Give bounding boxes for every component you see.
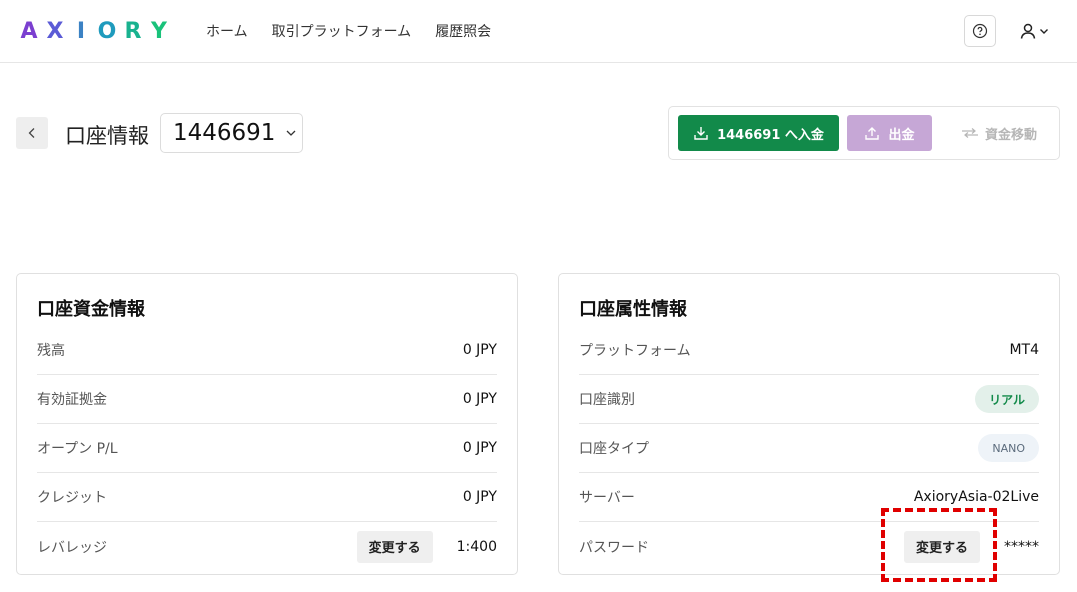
row-label: オープン P/L xyxy=(37,441,118,457)
row-value: ***** xyxy=(1004,538,1039,555)
row-value: AxioryAsia-02Live xyxy=(913,489,1039,505)
nav-history[interactable]: 履歴照会 xyxy=(435,21,491,41)
row-value: 1:400 xyxy=(456,538,497,555)
row-label: 口座タイプ xyxy=(579,441,649,457)
back-button[interactable] xyxy=(16,117,48,149)
logo-letter: I xyxy=(76,18,86,44)
nav-trading-platform[interactable]: 取引プラットフォーム xyxy=(272,21,412,41)
row-value: 0 JPY xyxy=(462,342,497,358)
logo-letter: R xyxy=(124,18,142,44)
account-number: 1446691 xyxy=(173,120,276,146)
highlight-annotation xyxy=(881,508,997,582)
account-actions: 1446691 へ入金 出金 資金移動 xyxy=(668,106,1060,160)
funds-row-equity: 有効証拠金 0 JPY xyxy=(37,375,497,424)
logo-letter: O xyxy=(97,18,117,44)
funds-info-card: 口座資金情報 残高 0 JPY 有効証拠金 0 JPY オープン P/L 0 J… xyxy=(16,273,518,575)
row-label: 残高 xyxy=(37,343,65,359)
chevron-down-icon xyxy=(1040,29,1048,34)
transfer-button[interactable]: 資金移動 xyxy=(949,115,1049,151)
row-label: サーバー xyxy=(579,490,635,506)
logo-letter: A xyxy=(20,18,38,44)
row-label: レバレッジ xyxy=(37,539,107,556)
card-title: 口座属性情報 xyxy=(579,299,687,320)
logo-letter: X xyxy=(46,18,64,44)
row-label: クレジット xyxy=(37,490,107,506)
logo-letter: Y xyxy=(151,18,167,44)
withdraw-label: 出金 xyxy=(888,127,915,143)
row-label: パスワード xyxy=(579,539,649,556)
download-icon xyxy=(694,127,708,140)
change-leverage-button[interactable]: 変更する xyxy=(356,530,433,563)
help-button[interactable] xyxy=(964,15,996,47)
funds-row-credit: クレジット 0 JPY xyxy=(37,473,497,522)
row-label: 口座識別 xyxy=(579,392,635,408)
axiory-logo[interactable]: A X I O R Y xyxy=(16,18,172,44)
deposit-label: 1446691 へ入金 xyxy=(717,127,824,143)
attr-row-account-type: 口座タイプ NANO xyxy=(579,424,1039,473)
funds-row-open-pl: オープン P/L 0 JPY xyxy=(37,424,497,473)
row-value: 0 JPY xyxy=(462,440,497,456)
account-type-badge: NANO xyxy=(978,434,1039,462)
chevron-down-icon xyxy=(286,130,296,136)
row-label: 有効証拠金 xyxy=(37,392,107,408)
attr-row-account-kind: 口座識別 リアル xyxy=(579,375,1039,424)
chevron-left-icon xyxy=(28,128,35,138)
funds-row-leverage: レバレッジ 変更する 1:400 xyxy=(37,522,497,571)
main-nav: ホーム 取引プラットフォーム 履歴照会 xyxy=(206,21,491,41)
funds-row-balance: 残高 0 JPY xyxy=(37,326,497,375)
row-value: 0 JPY xyxy=(462,391,497,407)
account-select[interactable]: 1446691 xyxy=(160,113,303,153)
user-icon xyxy=(1020,23,1036,39)
deposit-button[interactable]: 1446691 へ入金 xyxy=(678,115,839,151)
page-title: 口座情報 xyxy=(65,124,149,148)
real-badge: リアル xyxy=(975,385,1039,413)
transfer-arrows-icon xyxy=(961,128,978,138)
upload-icon xyxy=(865,127,880,140)
nav-home[interactable]: ホーム xyxy=(206,21,248,41)
question-circle-icon xyxy=(972,23,988,39)
user-menu-button[interactable] xyxy=(1014,18,1054,44)
row-value: 0 JPY xyxy=(462,489,497,505)
attr-row-platform: プラットフォーム MT4 xyxy=(579,326,1039,375)
top-header: A X I O R Y ホーム 取引プラットフォーム 履歴照会 xyxy=(0,0,1077,63)
withdraw-button[interactable]: 出金 xyxy=(847,115,932,151)
card-title: 口座資金情報 xyxy=(37,299,145,320)
transfer-label: 資金移動 xyxy=(984,127,1037,143)
row-value: MT4 xyxy=(1009,342,1039,358)
row-label: プラットフォーム xyxy=(579,343,691,359)
